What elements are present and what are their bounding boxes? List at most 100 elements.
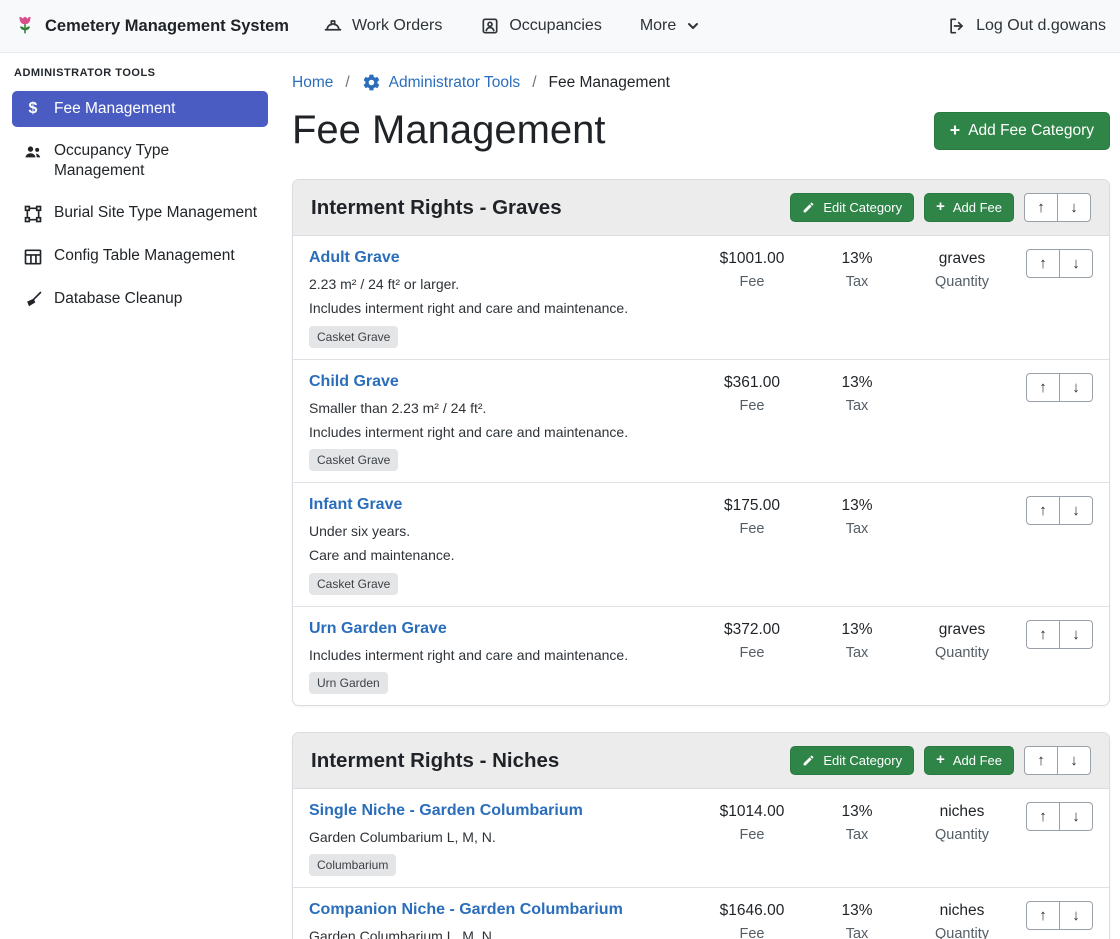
- move-fee-down-button[interactable]: ↓: [1059, 373, 1093, 402]
- quantity-label: Quantity: [912, 926, 1012, 939]
- breadcrumb-separator: /: [345, 74, 349, 92]
- users-icon: [22, 142, 44, 162]
- fee-row: Child Grave Smaller than 2.23 m² / 24 ft…: [293, 360, 1109, 484]
- fee-amount: $1001.00: [702, 250, 802, 268]
- page-title: Fee Management: [292, 108, 606, 153]
- fee-name-link[interactable]: Adult Grave: [309, 249, 400, 267]
- fee-amount: $175.00: [702, 497, 802, 515]
- tax-col: 13% Tax: [807, 249, 907, 290]
- category-move-group: ↑ ↓: [1024, 193, 1091, 222]
- fee-amount-label: Fee: [702, 827, 802, 843]
- move-fee-down-button[interactable]: ↓: [1059, 620, 1093, 649]
- move-fee-up-button[interactable]: ↑: [1026, 901, 1060, 930]
- quantity-label: Quantity: [912, 274, 1012, 290]
- tax-label: Tax: [807, 645, 907, 661]
- fee-info: Urn Garden Grave Includes interment righ…: [309, 620, 697, 694]
- tax-value: 13%: [807, 902, 907, 920]
- arrow-up-icon: ↑: [1039, 379, 1047, 396]
- nav-work-orders[interactable]: Work Orders: [323, 16, 442, 36]
- fee-name-link[interactable]: Child Grave: [309, 373, 399, 391]
- move-fee-up-button[interactable]: ↑: [1026, 802, 1060, 831]
- sidebar-item-label: Burial Site Type Management: [54, 203, 257, 223]
- category-move-group: ↑ ↓: [1024, 746, 1091, 775]
- sidebar-item-database-cleanup[interactable]: Database Cleanup: [12, 281, 268, 318]
- nav-more-label: More: [640, 17, 676, 35]
- page-head: Fee Management + Add Fee Category: [292, 108, 1110, 153]
- fee-amount-label: Fee: [702, 926, 802, 939]
- move-category-up-button[interactable]: ↑: [1024, 193, 1058, 222]
- fee-name-link[interactable]: Single Niche - Garden Columbarium: [309, 802, 583, 820]
- edit-category-label: Edit Category: [823, 753, 902, 768]
- arrow-down-icon: ↓: [1072, 379, 1080, 396]
- edit-category-button[interactable]: Edit Category: [790, 193, 914, 222]
- category-header: Interment Rights - Niches Edit Category …: [293, 733, 1109, 789]
- edit-category-button[interactable]: Edit Category: [790, 746, 914, 775]
- fee-amount-label: Fee: [702, 398, 802, 414]
- quantity-col: [912, 496, 1012, 497]
- sidebar-item-label: Config Table Management: [54, 246, 235, 266]
- fee-type-badge: Casket Grave: [309, 573, 398, 595]
- fee-name-link[interactable]: Urn Garden Grave: [309, 620, 447, 638]
- add-fee-category-label: Add Fee Category: [968, 122, 1094, 140]
- nav-occupancies-label: Occupancies: [509, 17, 602, 35]
- app-brand: Cemetery Management System: [14, 15, 289, 37]
- plus-icon: +: [936, 200, 945, 215]
- move-category-down-button[interactable]: ↓: [1057, 746, 1091, 775]
- move-fee-down-button[interactable]: ↓: [1059, 496, 1093, 525]
- fee-name-link[interactable]: Companion Niche - Garden Columbarium: [309, 901, 623, 919]
- fee-description: Under six years.: [309, 521, 697, 541]
- admin-sidebar: Administrator Tools $ Fee Management Occ…: [0, 53, 280, 939]
- sidebar-item-burial-site-type[interactable]: Burial Site Type Management: [12, 195, 268, 232]
- category-card-niches: Interment Rights - Niches Edit Category …: [292, 732, 1110, 939]
- fee-description: Garden Columbarium L, M, N.: [309, 926, 697, 939]
- move-category-up-button[interactable]: ↑: [1024, 746, 1058, 775]
- plus-icon: +: [936, 753, 945, 768]
- fee-row: Single Niche - Garden Columbarium Garden…: [293, 789, 1109, 888]
- plus-icon: +: [950, 122, 960, 140]
- fee-amount-col: $372.00 Fee: [702, 620, 802, 661]
- fee-amount: $1646.00: [702, 902, 802, 920]
- move-fee-down-button[interactable]: ↓: [1059, 802, 1093, 831]
- quantity-col: graves Quantity: [912, 620, 1012, 661]
- tax-label: Tax: [807, 521, 907, 537]
- nav-occupancies[interactable]: Occupancies: [480, 16, 602, 36]
- move-fee-up-button[interactable]: ↑: [1026, 373, 1060, 402]
- move-fee-up-button[interactable]: ↑: [1026, 496, 1060, 525]
- quantity-unit: niches: [912, 902, 1012, 920]
- sidebar-item-config-table[interactable]: Config Table Management: [12, 238, 268, 275]
- sidebar-item-occupancy-type[interactable]: Occupancy Type Management: [12, 133, 268, 189]
- nav-logout[interactable]: Log Out d.gowans: [947, 16, 1106, 36]
- quantity-label: Quantity: [912, 645, 1012, 661]
- move-fee-up-button[interactable]: ↑: [1026, 620, 1060, 649]
- tax-label: Tax: [807, 398, 907, 414]
- fee-amount: $361.00: [702, 374, 802, 392]
- add-fee-category-button[interactable]: + Add Fee Category: [934, 112, 1110, 150]
- move-fee-down-button[interactable]: ↓: [1059, 901, 1093, 930]
- fee-info: Infant Grave Under six years. Care and m…: [309, 496, 697, 595]
- nav-more[interactable]: More: [640, 17, 701, 35]
- fee-move-group: ↑ ↓: [1017, 496, 1093, 525]
- fee-row: Infant Grave Under six years. Care and m…: [293, 483, 1109, 607]
- move-fee-up-button[interactable]: ↑: [1026, 249, 1060, 278]
- tax-value: 13%: [807, 374, 907, 392]
- fee-amount-col: $1646.00 Fee: [702, 901, 802, 939]
- breadcrumb-home-link[interactable]: Home: [292, 74, 333, 92]
- fee-name-link[interactable]: Infant Grave: [309, 496, 402, 514]
- breadcrumb-admin-tools-link[interactable]: Administrator Tools: [362, 73, 521, 92]
- category-title: Interment Rights - Niches: [311, 749, 790, 773]
- arrow-down-icon: ↓: [1072, 626, 1080, 643]
- fee-description: Includes interment right and care and ma…: [309, 645, 697, 665]
- fee-amount-col: $1014.00 Fee: [702, 802, 802, 843]
- move-fee-down-button[interactable]: ↓: [1059, 249, 1093, 278]
- tax-label: Tax: [807, 926, 907, 939]
- hard-hat-icon: [323, 16, 343, 36]
- category-card-graves: Interment Rights - Graves Edit Category …: [292, 179, 1110, 706]
- sidebar-item-fee-management[interactable]: $ Fee Management: [12, 91, 268, 127]
- quantity-col: [912, 373, 1012, 374]
- move-category-down-button[interactable]: ↓: [1057, 193, 1091, 222]
- tax-col: 13% Tax: [807, 373, 907, 414]
- add-fee-button[interactable]: + Add Fee: [924, 193, 1014, 222]
- add-fee-button[interactable]: + Add Fee: [924, 746, 1014, 775]
- tulip-logo-icon: [14, 15, 36, 37]
- fee-type-badge: Columbarium: [309, 854, 396, 876]
